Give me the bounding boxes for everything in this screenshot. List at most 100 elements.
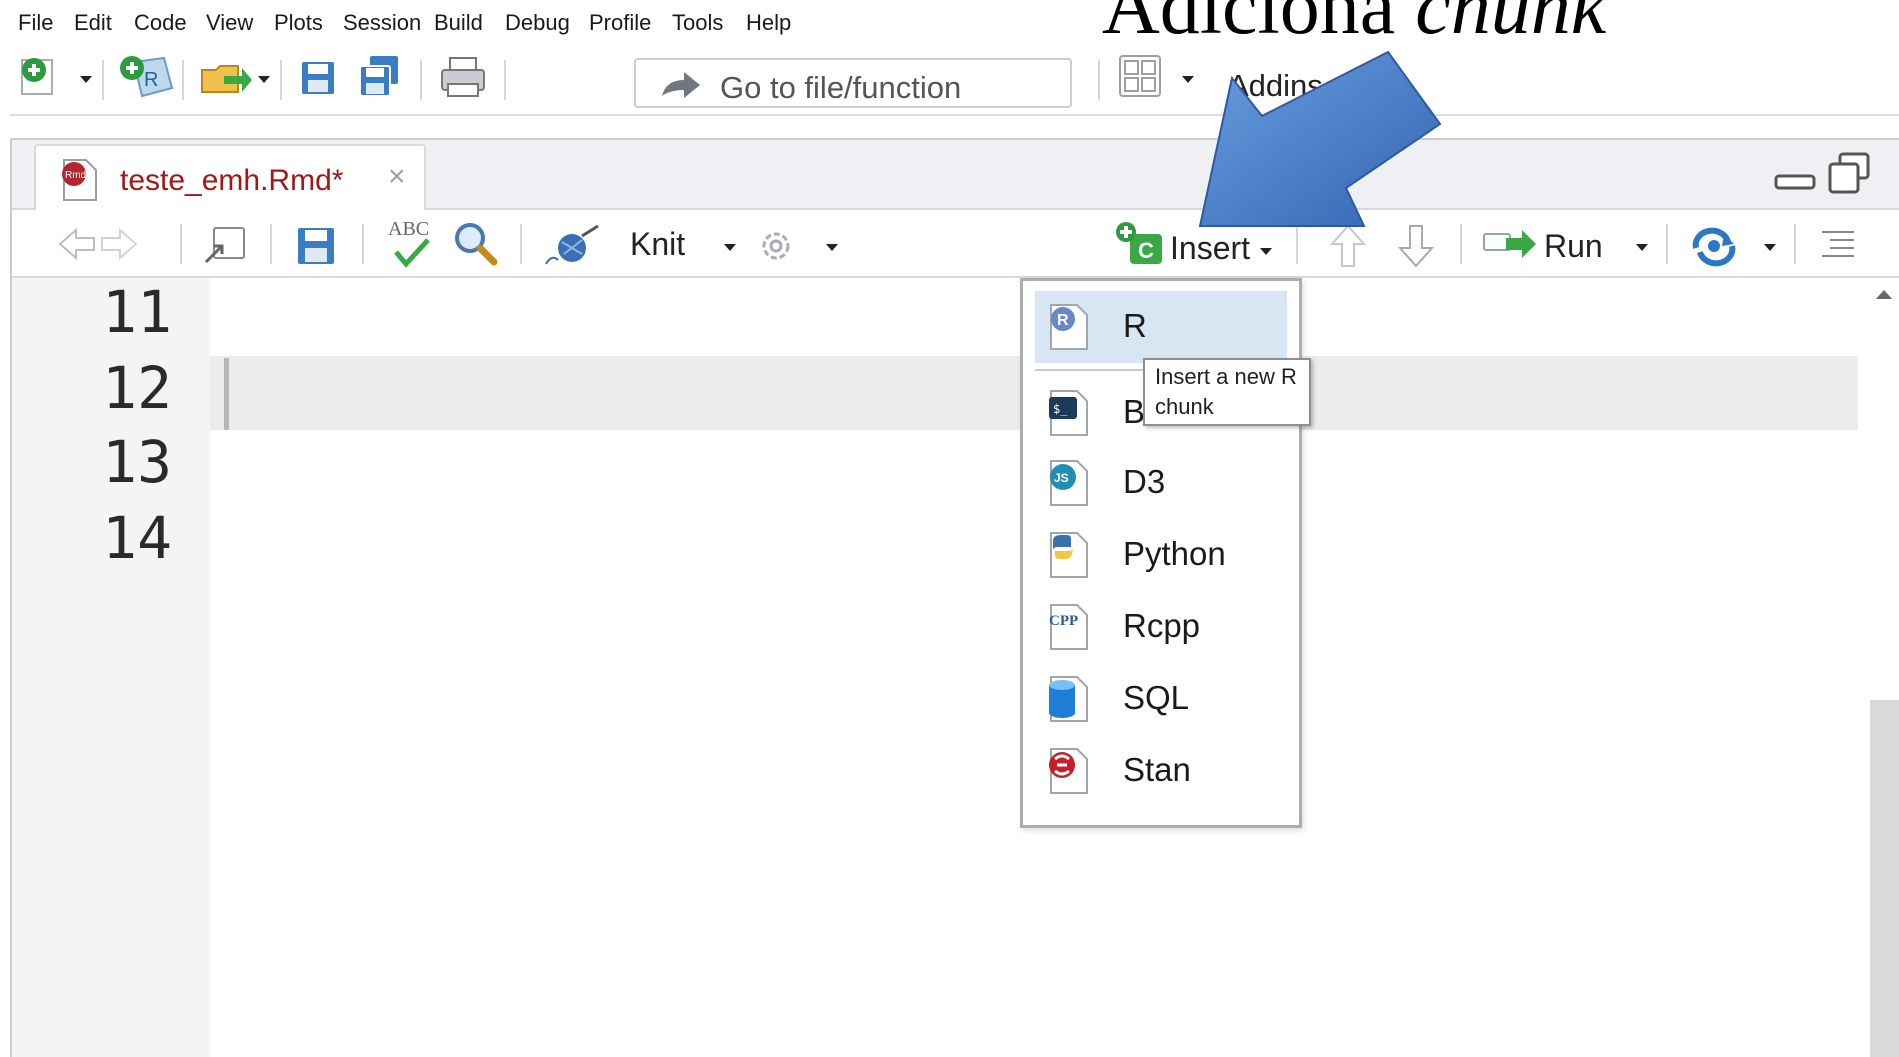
menu-build[interactable]: Build	[434, 10, 483, 36]
find-replace-icon[interactable]	[452, 220, 500, 268]
toolbar-separator	[362, 224, 364, 264]
minimize-pane-icon[interactable]	[1774, 158, 1818, 198]
svg-text:R: R	[144, 69, 158, 91]
rerun-icon[interactable]	[1688, 224, 1740, 268]
line-number: 12	[102, 354, 172, 422]
toolbar-separator	[102, 60, 104, 100]
rerun-caret-icon[interactable]	[1764, 244, 1776, 251]
menu-item-r[interactable]: R R	[1035, 291, 1287, 363]
svg-text:R: R	[1057, 312, 1069, 329]
line-number: 11	[102, 278, 172, 346]
menu-help[interactable]: Help	[746, 10, 791, 36]
menu-profile[interactable]: Profile	[589, 10, 651, 36]
new-project-button[interactable]: R	[116, 52, 176, 102]
tooltip-text: chunk	[1155, 394, 1214, 419]
workspace-panes-button[interactable]	[1116, 52, 1164, 100]
toolbar-separator	[1098, 60, 1100, 100]
save-all-icon	[359, 56, 398, 97]
menu-tools[interactable]: Tools	[672, 10, 723, 36]
svg-text:$_: $_	[1053, 402, 1068, 416]
toolbar-separator	[270, 224, 272, 264]
menu-item-label: Stan	[1123, 751, 1191, 788]
printer-icon	[441, 57, 485, 97]
line-number: 14	[102, 504, 172, 572]
menu-code[interactable]: Code	[134, 10, 187, 36]
save-all-button[interactable]	[354, 52, 404, 102]
svg-text:JS: JS	[1054, 471, 1069, 485]
open-folder-icon	[201, 65, 252, 93]
toolbar-separator	[420, 60, 422, 100]
menu-item-label: SQL	[1123, 679, 1190, 716]
tab-close-icon[interactable]: ×	[388, 160, 406, 194]
open-file-button[interactable]	[198, 54, 254, 100]
outline-icon[interactable]	[1818, 224, 1858, 264]
menu-item-label: Python	[1123, 535, 1226, 572]
menu-item-rcpp[interactable]: CPP Rcpp	[1035, 591, 1287, 663]
menu-item-label: D3	[1123, 463, 1166, 500]
run-caret-icon[interactable]	[1636, 244, 1648, 251]
tab-teste-emh[interactable]: Rmd teste_emh.Rmd* ×	[34, 144, 426, 212]
tooltip-text: Insert a new R	[1155, 364, 1297, 389]
toolbar-separator	[182, 60, 184, 100]
new-file-caret-icon[interactable]	[80, 76, 92, 83]
stan-chunk-icon	[1049, 748, 1088, 794]
menu-file[interactable]: File	[18, 10, 53, 36]
forward-arrow-icon[interactable]	[98, 226, 138, 262]
r-chunk-icon: R	[1050, 304, 1088, 350]
panes-grid-icon	[1119, 55, 1161, 97]
new-project-icon: R	[120, 56, 174, 98]
text-cursor	[224, 358, 229, 430]
toolbar-separator	[1666, 224, 1668, 264]
rcpp-chunk-icon: CPP	[1049, 604, 1088, 650]
menu-session[interactable]: Session	[343, 10, 421, 36]
menu-view[interactable]: View	[206, 10, 253, 36]
new-file-icon	[21, 58, 53, 95]
toolbar-separator	[520, 224, 522, 264]
scroll-up-icon[interactable]	[1876, 290, 1892, 299]
gear-icon[interactable]	[754, 224, 798, 268]
toolbar-separator	[1794, 224, 1796, 264]
knit-button[interactable]: Knit	[542, 218, 722, 270]
maximize-pane-icon[interactable]	[1826, 152, 1872, 198]
spellcheck-check-icon	[394, 238, 430, 268]
menu-item-stan[interactable]: Stan	[1035, 735, 1287, 807]
main-toolbar: R Go to file/function Addins	[10, 46, 1899, 116]
menu-item-d3[interactable]: JS D3	[1035, 447, 1287, 519]
spellcheck-button[interactable]: ABC	[384, 218, 438, 270]
print-button[interactable]	[438, 54, 488, 100]
save-icon	[302, 62, 334, 94]
svg-text:CPP: CPP	[1049, 613, 1078, 629]
editor-save-icon[interactable]	[294, 224, 338, 268]
toolbar-separator	[180, 224, 182, 264]
insert-r-chunk-tooltip: Insert a new R chunk	[1143, 358, 1311, 426]
toolbar-separator	[280, 60, 282, 100]
toolbar-separator	[1460, 224, 1462, 264]
knit-label: Knit	[630, 226, 686, 262]
menu-item-sql[interactable]: SQL	[1035, 663, 1287, 735]
settings-caret-icon[interactable]	[826, 244, 838, 251]
menu-debug[interactable]: Debug	[505, 10, 570, 36]
save-button[interactable]	[296, 56, 340, 100]
line-number: 13	[102, 428, 172, 496]
run-button[interactable]: Run	[1482, 218, 1632, 270]
back-arrow-icon[interactable]	[58, 226, 98, 262]
svg-text:C: C	[1138, 238, 1154, 263]
goto-arrow-icon	[662, 72, 700, 98]
new-file-button[interactable]	[18, 54, 62, 98]
editor-toolbar: ABC Knit C Insert Run	[12, 210, 1899, 278]
open-file-caret-icon[interactable]	[258, 76, 270, 83]
goto-file-input[interactable]: Go to file/function	[634, 58, 1072, 108]
menu-edit[interactable]: Edit	[74, 10, 112, 36]
menu-plots[interactable]: Plots	[274, 10, 323, 36]
svg-text:Rmd: Rmd	[65, 170, 86, 181]
editor-tab-strip: Rmd teste_emh.Rmd* ×	[12, 140, 1899, 212]
toolbar-separator	[504, 60, 506, 100]
show-in-window-icon[interactable]	[202, 224, 248, 266]
knit-caret-icon[interactable]	[724, 244, 736, 251]
menu-item-python[interactable]: Python	[1035, 519, 1287, 591]
knit-yarn-icon	[545, 224, 599, 265]
scrollbar-thumb[interactable]	[1870, 700, 1899, 1057]
insert-caret-icon[interactable]	[1260, 248, 1272, 255]
bash-chunk-icon: $_	[1049, 390, 1088, 436]
run-arrow-icon	[1483, 230, 1536, 258]
